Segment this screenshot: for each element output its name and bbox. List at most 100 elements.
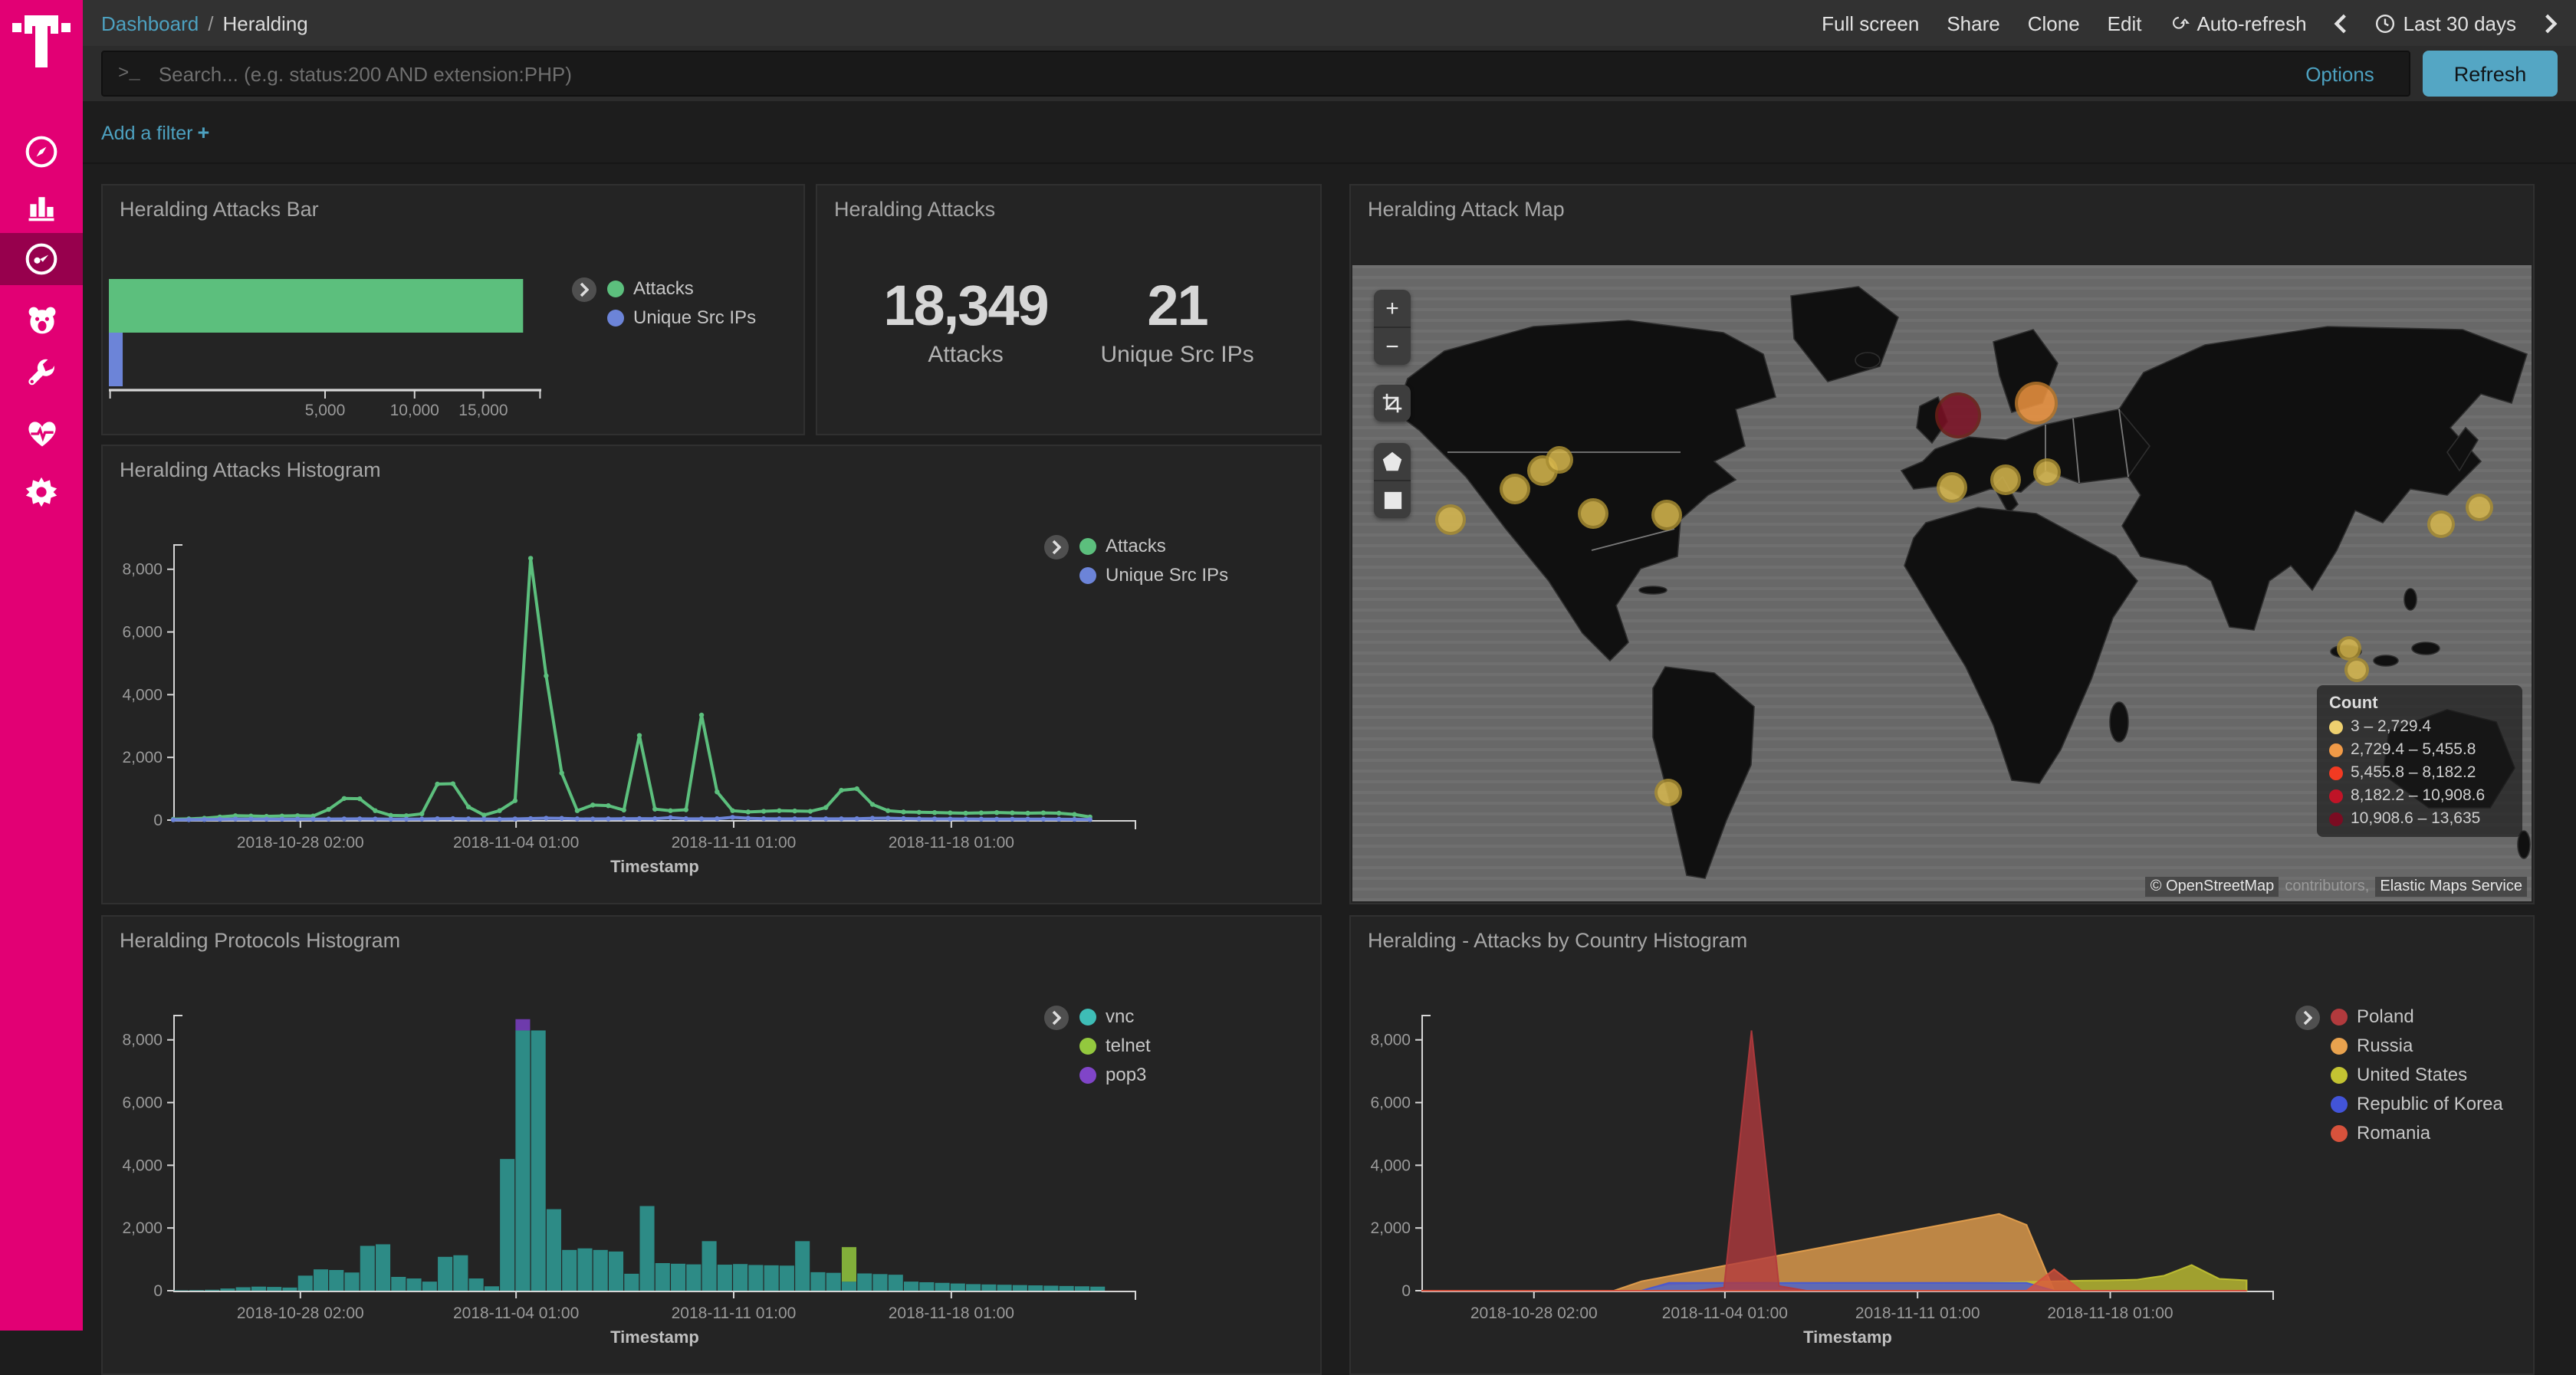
- gauge-icon: [25, 242, 58, 276]
- svg-text:4,000: 4,000: [122, 686, 163, 704]
- svg-text:2018-10-28 02:00: 2018-10-28 02:00: [1470, 1304, 1598, 1322]
- legend-dot-icon: [1079, 537, 1096, 554]
- attack-location-circle[interactable]: [2427, 510, 2455, 538]
- attack-location-circle[interactable]: [1937, 472, 1967, 503]
- svg-text:6,000: 6,000: [1370, 1094, 1411, 1112]
- svg-text:2018-11-04 01:00: 2018-11-04 01:00: [453, 1304, 579, 1322]
- panel-title[interactable]: Heralding Attacks Bar: [120, 198, 319, 221]
- share-button[interactable]: Share: [1947, 11, 1999, 34]
- map-canvas[interactable]: + − Count 3 – 2,729.42,729.4 – 5,455.85,…: [1352, 265, 2532, 901]
- fullscreen-button[interactable]: Full screen: [1822, 11, 1919, 34]
- legend-toggle-button[interactable]: [1044, 535, 1069, 560]
- svg-text:2018-11-11 01:00: 2018-11-11 01:00: [672, 834, 797, 852]
- legend-item[interactable]: pop3: [1079, 1064, 1151, 1085]
- refresh-button[interactable]: Refresh: [2423, 51, 2558, 97]
- sidebar-item-honeypot[interactable]: [0, 294, 83, 346]
- attribution-text: contributors,: [2285, 878, 2369, 895]
- legend-item[interactable]: vnc: [1079, 1006, 1151, 1027]
- attacks-bar-chart: 5,00010,00015,000: [109, 253, 569, 425]
- breadcrumb-separator: /: [208, 11, 213, 34]
- clone-button[interactable]: Clone: [2028, 11, 2080, 34]
- breadcrumb-dashboard-link[interactable]: Dashboard: [101, 11, 199, 34]
- legend-item[interactable]: Unique Src IPs: [607, 307, 756, 328]
- panel-title[interactable]: Heralding Attacks: [834, 198, 995, 221]
- legend-label: Poland: [2357, 1006, 2414, 1027]
- svg-text:2018-10-28 02:00: 2018-10-28 02:00: [237, 1304, 364, 1322]
- attack-location-circle[interactable]: [1578, 498, 1608, 529]
- square-icon: [1382, 490, 1402, 510]
- sidebar-item-visualize[interactable]: [0, 181, 83, 233]
- legend-item[interactable]: Attacks: [607, 277, 756, 299]
- svg-text:2018-11-18 01:00: 2018-11-18 01:00: [889, 834, 1014, 852]
- chart-svg: 5,00010,00015,000: [109, 253, 569, 425]
- svg-text:4,000: 4,000: [1370, 1157, 1411, 1174]
- svg-text:2,000: 2,000: [122, 1219, 163, 1237]
- metric-unique-ips: 21 Unique Src IPs: [1101, 274, 1254, 368]
- options-link[interactable]: Options: [2271, 62, 2409, 85]
- panel-title[interactable]: Heralding Attack Map: [1368, 198, 1565, 221]
- draw-rectangle-button[interactable]: [1374, 480, 1411, 518]
- search-input[interactable]: [156, 61, 2271, 87]
- attack-location-circle[interactable]: [1500, 474, 1530, 504]
- attack-location-circle[interactable]: [1651, 500, 1682, 530]
- legend-label: vnc: [1106, 1006, 1134, 1027]
- attack-location-circle[interactable]: [1546, 446, 1573, 474]
- ems-attribution-link[interactable]: Elastic Maps Service: [2375, 877, 2527, 897]
- legend-label: Republic of Korea: [2357, 1093, 2503, 1114]
- time-back-button[interactable]: [2334, 13, 2348, 33]
- sidebar-item-discover[interactable]: [0, 126, 83, 178]
- attack-location-circle[interactable]: [1990, 464, 2021, 495]
- svg-text:2018-11-18 01:00: 2018-11-18 01:00: [889, 1304, 1014, 1322]
- legend-item[interactable]: Republic of Korea: [2331, 1093, 2503, 1114]
- panel-title[interactable]: Heralding Protocols Histogram: [120, 929, 400, 952]
- legend-items: Attacks Unique Src IPs: [607, 277, 756, 328]
- sidebar-item-dashboard[interactable]: [0, 233, 83, 285]
- draw-polygon-button[interactable]: [1374, 443, 1411, 480]
- legend-items: vnc telnet pop3: [1079, 1006, 1151, 1085]
- edit-button[interactable]: Edit: [2108, 11, 2142, 34]
- attack-location-circle[interactable]: [1654, 779, 1682, 806]
- attack-location-circle[interactable]: [2466, 494, 2493, 521]
- attack-location-circle[interactable]: [2344, 658, 2369, 682]
- legend-item[interactable]: telnet: [1079, 1035, 1151, 1056]
- telekom-logo[interactable]: [12, 12, 71, 74]
- panel-title[interactable]: Heralding Attacks Histogram: [120, 458, 381, 481]
- legend-item[interactable]: Russia: [2331, 1035, 2503, 1056]
- legend-toggle-button[interactable]: [2295, 1006, 2320, 1030]
- legend-item[interactable]: Poland: [2331, 1006, 2503, 1027]
- map-draw-controls: [1374, 443, 1411, 518]
- zoom-out-button[interactable]: −: [1374, 327, 1411, 365]
- time-range-picker[interactable]: Last 30 days: [2376, 11, 2516, 34]
- legend-item[interactable]: Attacks: [1079, 535, 1228, 556]
- attack-location-circle[interactable]: [1935, 392, 1981, 438]
- zoom-in-button[interactable]: +: [1374, 290, 1411, 327]
- legend-toggle-button[interactable]: [572, 277, 596, 302]
- autorefresh-button[interactable]: Auto-refresh: [2169, 11, 2306, 34]
- add-filter-link[interactable]: Add a filter+: [101, 120, 209, 143]
- attack-location-circle[interactable]: [1435, 504, 1466, 535]
- legend-item[interactable]: Romania: [2331, 1122, 2503, 1144]
- sidebar-item-management[interactable]: [0, 466, 83, 518]
- chevron-right-icon: [2544, 13, 2558, 33]
- search-bar-row: >_ Options Refresh: [83, 46, 2576, 101]
- clock-icon: [2376, 13, 2396, 33]
- panel-title[interactable]: Heralding - Attacks by Country Histogram: [1368, 929, 1747, 952]
- bear-icon: [24, 304, 59, 337]
- attack-location-circle[interactable]: [2015, 382, 2058, 425]
- panel-protocols-histogram: Heralding Protocols Histogram 02,0004,00…: [101, 915, 1322, 1375]
- chevron-right-icon: [580, 282, 589, 297]
- map-zoom-controls: + −: [1374, 290, 1411, 365]
- svg-text:8,000: 8,000: [122, 561, 163, 579]
- time-forward-button[interactable]: [2544, 13, 2558, 33]
- attack-location-circle[interactable]: [2033, 458, 2061, 486]
- crop-fit-button[interactable]: [1374, 385, 1411, 422]
- top-navbar: Dashboard / Heralding Full screen Share …: [83, 0, 2576, 46]
- sidebar-item-devtools[interactable]: [0, 349, 83, 402]
- attacks-histogram-legend: Attacks Unique Src IPs: [1044, 535, 1228, 586]
- legend-toggle-button[interactable]: [1044, 1006, 1069, 1030]
- metric-label: Unique Src IPs: [1101, 342, 1254, 368]
- legend-item[interactable]: Unique Src IPs: [1079, 564, 1228, 586]
- legend-item[interactable]: United States: [2331, 1064, 2503, 1085]
- osm-attribution-link[interactable]: © OpenStreetMap: [2146, 877, 2279, 897]
- sidebar-item-monitoring[interactable]: [0, 408, 83, 460]
